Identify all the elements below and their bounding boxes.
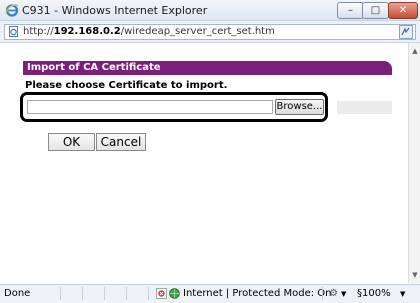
protected-mode-icon[interactable] [156,288,167,299]
compat-view-icon[interactable] [399,25,413,39]
status-divider [148,287,149,300]
ok-button[interactable]: OK [48,133,95,151]
zone-text: Internet | Protected Mode: On [183,288,332,299]
maximize-button[interactable]: □ [362,2,389,19]
url-host: 192.168.0.2 [53,26,121,37]
cancel-button[interactable]: Cancel [96,133,146,151]
ie-logo-icon [5,4,19,17]
status-divider [322,287,323,300]
settings-icon[interactable]: ⚙ [329,288,338,299]
browse-button[interactable]: Browse... [275,99,324,115]
zoom-caret-icon[interactable]: ▼ [400,290,405,298]
address-bar: http://192.168.0.2/wiredeap_server_cert_… [0,21,420,43]
globe-icon [169,288,180,299]
url-prefix: http:// [23,26,54,37]
status-divider [104,287,105,300]
minimize-button[interactable]: – [337,2,364,19]
settings-caret-icon[interactable]: ▼ [341,290,346,298]
status-divider [60,287,61,300]
window-title: C931 - Windows Internet Explorer [22,4,208,17]
zoom-level[interactable]: §100% [357,288,391,299]
status-text: Done [4,288,31,299]
maximize-icon: □ [370,5,381,16]
close-button[interactable]: ✕ [388,2,418,19]
scroll-up-icon[interactable]: ▲ [410,46,420,56]
section-title: Import of CA Certificate [27,62,161,73]
minimize-icon: – [348,5,353,16]
status-divider [82,287,83,300]
status-bar: Done Internet | Protected Mode: On ⚙ ▼ §… [0,284,420,303]
status-divider [126,287,127,300]
vertical-scrollbar[interactable]: ▲ ▼ [408,43,420,283]
close-icon: ✕ [398,5,408,16]
section-banner: Import of CA Certificate [23,61,392,75]
file-row-background [337,101,392,114]
address-url: http://192.168.0.2/wiredeap_server_cert_… [23,26,275,37]
scroll-down-icon[interactable]: ▼ [410,270,420,280]
certificate-file-input[interactable] [27,100,273,114]
title-bar: C931 - Windows Internet Explorer – □ ✕ [0,0,420,21]
url-path: /wiredeap_server_cert_set.htm [120,26,275,37]
instruction-text: Please choose Certificate to import. [25,80,228,91]
address-field[interactable]: http://192.168.0.2/wiredeap_server_cert_… [4,24,416,40]
page-icon [9,26,18,37]
